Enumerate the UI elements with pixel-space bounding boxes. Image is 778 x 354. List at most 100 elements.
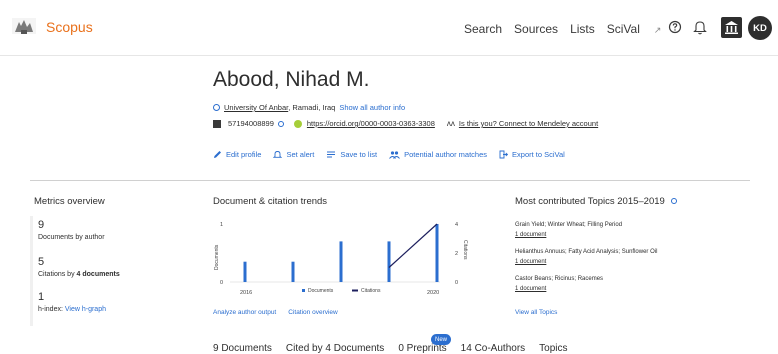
mendeley-icon: ʌʌ — [446, 119, 455, 128]
topic-name: Castor Beans; Ricinus; Racemes — [515, 276, 604, 282]
documents-count: 9 — [38, 219, 45, 231]
save-to-list-label: Save to list — [340, 150, 378, 159]
edit-profile-label: Edit profile — [226, 150, 262, 159]
brand-name[interactable]: Scopus — [46, 19, 93, 35]
chart-marks — [243, 223, 439, 282]
author-id-icon — [213, 119, 221, 128]
list-icon — [327, 151, 336, 158]
export-to-scival-button[interactable]: Export to SciVal — [499, 150, 565, 159]
documents-bar — [339, 241, 343, 282]
view-h-graph-link[interactable]: View h-graph — [65, 306, 106, 313]
nav-lists[interactable]: Lists — [570, 22, 595, 36]
analyze-author-output-link[interactable]: Analyze author output — [213, 309, 276, 316]
documents-label: Documents by author — [38, 234, 105, 241]
right-tick-mid: 2 — [455, 251, 458, 257]
nav-scival[interactable]: SciVal ↗ — [607, 22, 674, 36]
legend-documents-label: Documents — [308, 288, 334, 294]
avatar[interactable]: KD — [748, 16, 772, 40]
author-tabs: 9 Documents Cited by 4 Documents 0 Prepr… — [213, 343, 568, 354]
topic-documents-link[interactable]: 1 document — [515, 259, 657, 265]
orcid-link[interactable]: https://orcid.org/0000-0003-0363-3308 — [307, 119, 435, 128]
y-axis-right-label: Citations — [462, 240, 468, 260]
nav-sources[interactable]: Sources — [514, 22, 558, 36]
set-alert-label: Set alert — [286, 150, 315, 159]
topic-documents-link[interactable]: 1 document — [515, 232, 622, 238]
people-icon — [389, 151, 400, 159]
bell-icon[interactable] — [693, 19, 707, 35]
right-tick-bottom: 0 — [455, 280, 458, 286]
left-tick-top: 1 — [220, 222, 223, 228]
info-icon[interactable] — [671, 198, 678, 204]
topic-item: Castor Beans; Ricinus; Racemes 1 documen… — [515, 276, 603, 292]
topic-item: Helianthus Annuus; Fatty Acid Analysis; … — [515, 249, 657, 265]
citations-label-bold: 4 documents — [76, 271, 120, 278]
metrics-overview-title: Metrics overview — [34, 196, 105, 207]
documents-bar — [291, 261, 295, 282]
topic-name: Grain Yield; Winter Wheat; Filling Perio… — [515, 222, 623, 228]
affiliation-row: University Of Anbar, Ramadi, Iraq Show a… — [213, 103, 405, 112]
topic-name: Helianthus Annuus; Fatty Acid Analysis; … — [515, 249, 658, 255]
export-to-scival-label: Export to SciVal — [512, 150, 565, 159]
x-tick-end: 2020 — [427, 290, 439, 296]
citations-line — [388, 223, 438, 268]
author-name: Abood, Nihad M. — [213, 68, 370, 91]
document-citation-trends-title: Document & citation trends — [213, 196, 328, 207]
potential-author-matches-label: Potential author matches — [404, 150, 488, 159]
show-all-author-info-link[interactable]: Show all author info — [339, 103, 405, 112]
mendeley-connect-link[interactable]: Is this you? Connect to Mendeley account — [459, 119, 598, 128]
topic-documents-link[interactable]: 1 document — [515, 286, 603, 292]
y-axis-left-label: Documents — [214, 244, 220, 270]
metric-documents[interactable]: 9 Documents by author — [38, 219, 105, 241]
save-to-list-button[interactable]: Save to list — [326, 150, 377, 159]
citations-label: Citations by 4 documents — [38, 271, 120, 278]
nav-scival-label: SciVal — [606, 22, 640, 36]
potential-author-matches-button[interactable]: Potential author matches — [389, 150, 487, 159]
documents-bar — [435, 224, 439, 282]
export-icon — [499, 150, 509, 159]
section-divider — [30, 180, 750, 181]
info-icon[interactable] — [277, 120, 284, 127]
trends-chart: 1 0 4 2 0 Documents Citations 2016 2020 … — [214, 222, 468, 296]
author-ids-row: 57194008899 https://orcid.org/0000-0003-… — [213, 119, 598, 128]
metric-hindex: 1 h-index: View h-graph — [38, 291, 106, 313]
orcid-icon — [293, 119, 302, 128]
tab-documents[interactable]: 9 Documents — [213, 343, 272, 354]
pencil-icon — [214, 151, 221, 158]
x-tick-start: 2016 — [240, 290, 252, 296]
legend-citations-label: Citations — [361, 288, 381, 294]
affiliation-link[interactable]: University Of Anbar — [224, 103, 288, 112]
institution-icon[interactable] — [721, 17, 742, 38]
top-bar: Scopus Search Sources Lists SciVal ↗ KD — [0, 0, 778, 56]
documents-bar — [387, 241, 391, 282]
right-tick-top: 4 — [455, 222, 458, 228]
bell-icon — [273, 151, 283, 158]
tab-cited-by[interactable]: Cited by 4 Documents — [286, 343, 384, 354]
help-icon[interactable] — [668, 20, 682, 34]
metric-citations[interactable]: 5 Citations by 4 documents — [38, 256, 120, 278]
most-contributed-topics-title: Most contributed Topics 2015–2019 — [515, 196, 678, 207]
set-alert-button[interactable]: Set alert — [273, 150, 314, 159]
chart-links: Analyze author output Citation overview — [213, 309, 338, 316]
tab-co-authors[interactable]: 14 Co-Authors — [461, 343, 525, 354]
author-actions: Edit profile Set alert Save to list Pote… — [213, 150, 577, 159]
nav-search[interactable]: Search — [464, 22, 502, 36]
citations-count: 5 — [38, 256, 45, 268]
legend-citations-swatch — [352, 289, 358, 292]
citation-overview-link[interactable]: Citation overview — [288, 309, 338, 316]
edit-profile-button[interactable]: Edit profile — [213, 150, 261, 159]
hindex-value: 1 — [38, 291, 45, 303]
documents-bar — [243, 261, 247, 282]
left-tick-bottom: 0 — [220, 280, 223, 286]
topic-item: Grain Yield; Winter Wheat; Filling Perio… — [515, 222, 622, 238]
external-link-icon: ↗ — [653, 25, 662, 35]
top-nav: Search Sources Lists SciVal ↗ — [464, 22, 685, 36]
citations-label-text: Citations by — [38, 271, 77, 278]
tab-topics[interactable]: Topics — [539, 343, 567, 354]
affiliation-location: , Ramadi, Iraq — [288, 103, 336, 112]
elsevier-logo-icon[interactable] — [11, 16, 37, 36]
legend-documents-swatch — [302, 289, 305, 292]
view-all-topics-link[interactable]: View all Topics — [515, 309, 557, 316]
info-icon — [213, 104, 220, 111]
topics-title-text: Most contributed Topics 2015–2019 — [515, 196, 665, 207]
new-badge: New — [431, 334, 451, 345]
